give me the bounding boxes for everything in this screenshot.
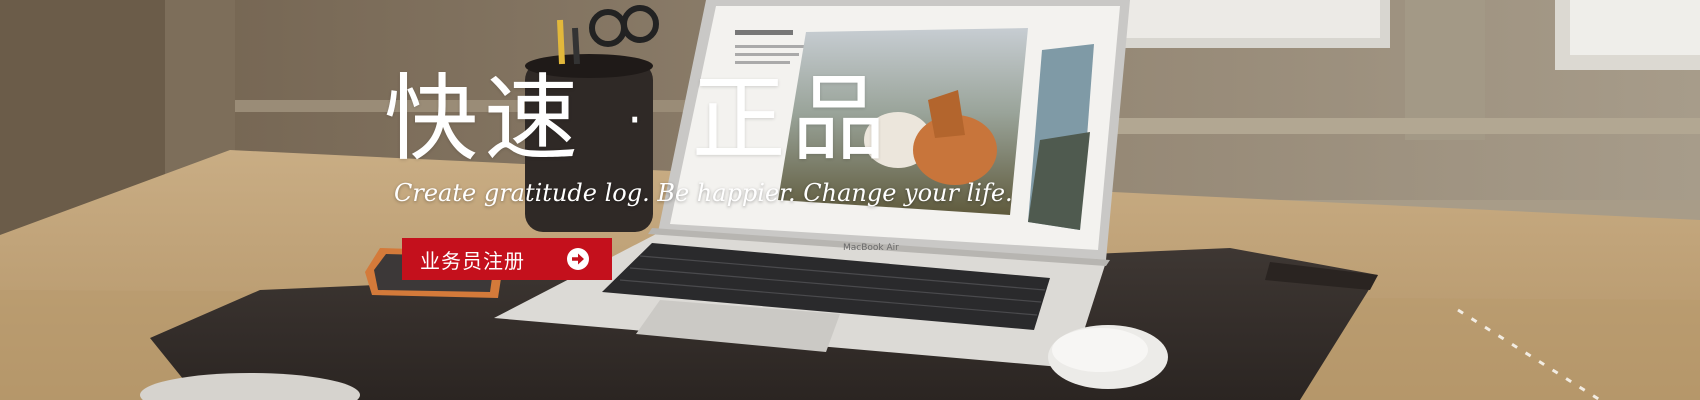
hero-banner: MacBook Air 快速 · 正品 Create gratitude log…	[0, 0, 1700, 400]
arrow-right-circle-icon	[567, 248, 589, 270]
hero-text: 快速 · 正品 Create gratitude log. Be happier…	[384, 66, 1013, 208]
hero-title: 快速 · 正品	[384, 65, 892, 174]
hero-subtitle: Create gratitude log. Be happier. Change…	[394, 179, 1013, 207]
cta-label: 业务员注册	[420, 248, 525, 273]
laptop-brand-label: MacBook Air	[843, 243, 899, 253]
salesperson-register-button[interactable]: 业务员注册	[402, 238, 612, 280]
